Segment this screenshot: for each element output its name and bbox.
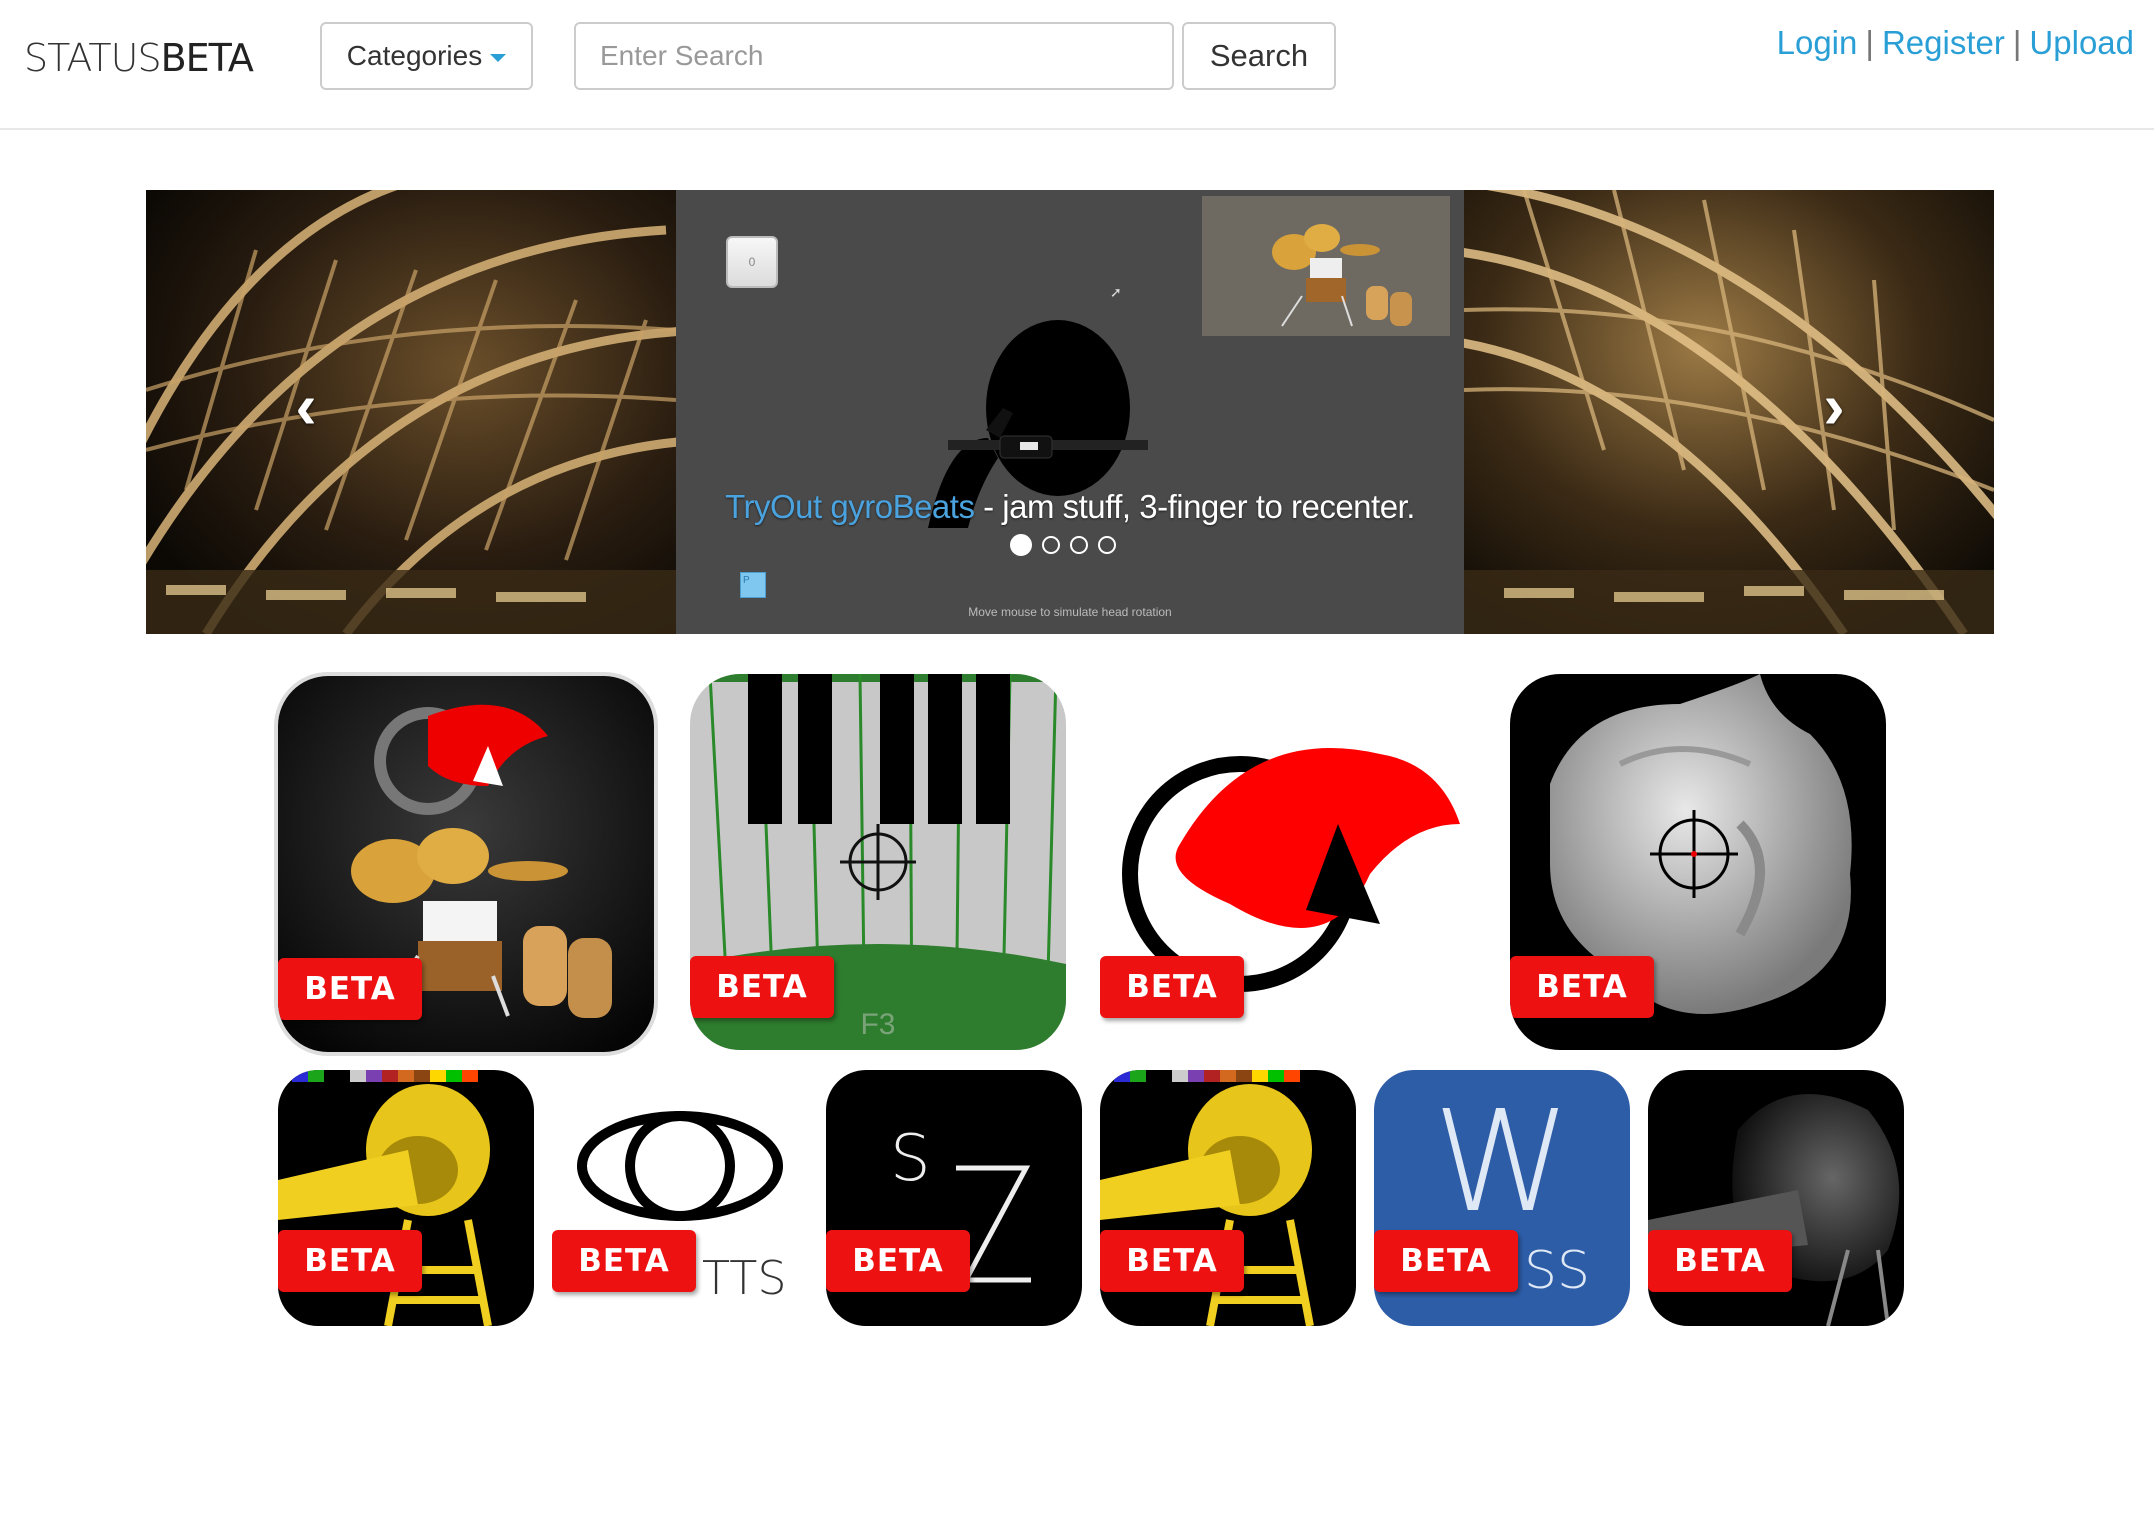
brand-bold: BETA <box>160 36 254 80</box>
register-link[interactable]: Register <box>1882 24 2005 62</box>
indicator-dot[interactable] <box>1042 536 1060 554</box>
key-p-icon: P <box>740 572 766 598</box>
panorama-right-image <box>1464 190 1994 634</box>
app-tile-sz[interactable]: S BETA <box>826 1070 1082 1326</box>
beta-badge: BETA <box>278 1230 422 1292</box>
key-zero-icon: 0 <box>726 236 778 288</box>
nav-links: Login | Register | Upload <box>1777 24 2134 62</box>
beta-badge: BETA <box>1648 1230 1792 1292</box>
mouse-cursor-icon: ➚ <box>1110 284 1122 300</box>
app-tile-dark-shape[interactable]: BETA <box>1648 1070 1904 1326</box>
carousel-next-button[interactable]: › <box>1804 366 1864 446</box>
carousel: 0 ➚ TryOut gyroBeats - jam stuff, 3-fing… <box>146 190 1994 634</box>
login-link[interactable]: Login <box>1777 24 1858 62</box>
navbar: STATUSBETA Categories Search Login | Reg… <box>0 0 2154 130</box>
search-button[interactable]: Search <box>1182 22 1336 90</box>
app-tile-piano[interactable]: F3 BETA <box>690 674 1066 1050</box>
app-tile-wss[interactable]: W SS BETA <box>1374 1070 1630 1326</box>
beta-badge: BETA <box>690 956 834 1018</box>
caption-link[interactable]: TryOut gyroBeats <box>725 488 975 525</box>
sz-letter-s: S <box>890 1122 931 1196</box>
app-tile-sculpture[interactable]: BETA <box>1510 674 1886 1050</box>
indicator-dot[interactable] <box>1098 536 1116 554</box>
beta-badge: BETA <box>278 958 422 1020</box>
beta-badge: BETA <box>552 1230 696 1292</box>
beta-badge: BETA <box>1374 1230 1518 1292</box>
carousel-prev-button[interactable]: ‹ <box>276 366 336 446</box>
caret-down-icon <box>490 53 507 62</box>
brand-logo[interactable]: STATUSBETA <box>24 36 254 80</box>
carousel-hint: Move mouse to simulate head rotation <box>968 605 1172 619</box>
categories-label: Categories <box>346 40 483 71</box>
eye-partial-text: TTS <box>702 1251 787 1305</box>
app-tile-drums[interactable]: BETA <box>278 676 654 1052</box>
wss-partial-text: SS <box>1524 1241 1590 1301</box>
w-letter: W <box>1433 1081 1571 1244</box>
app-tile-gyro-logo[interactable]: BETA <box>1100 674 1476 1050</box>
beta-badge: BETA <box>1100 1230 1244 1292</box>
nav-separator: | <box>1865 24 1874 61</box>
beta-badge: BETA <box>826 1230 970 1292</box>
upload-link[interactable]: Upload <box>2029 24 2134 62</box>
categories-dropdown[interactable]: Categories <box>320 22 533 90</box>
caption-text: - jam stuff, 3-finger to recenter. <box>974 488 1415 525</box>
demo-panel[interactable]: 0 ➚ TryOut gyroBeats - jam stuff, 3-fing… <box>676 190 1464 634</box>
note-label: F3 <box>860 1008 895 1041</box>
indicator-dot[interactable] <box>1010 534 1032 556</box>
beta-badge: BETA <box>1510 956 1654 1018</box>
app-tile-trombone-2[interactable]: BETA <box>1100 1070 1356 1326</box>
drums-thumbnail-image <box>1202 196 1450 336</box>
beta-badge: BETA <box>1100 956 1244 1018</box>
carousel-caption: TryOut gyroBeats - jam stuff, 3-finger t… <box>676 488 1464 526</box>
nav-separator: | <box>2012 24 2022 61</box>
search-input[interactable] <box>574 22 1174 90</box>
panorama-left-image <box>146 190 676 634</box>
indicator-dot[interactable] <box>1070 536 1088 554</box>
brand-thin: STATUS <box>24 36 162 80</box>
carousel-indicators <box>1010 534 1116 556</box>
app-tile-eye[interactable]: TTS BETA <box>552 1070 808 1326</box>
app-tile-trombone[interactable]: BETA <box>278 1070 534 1326</box>
